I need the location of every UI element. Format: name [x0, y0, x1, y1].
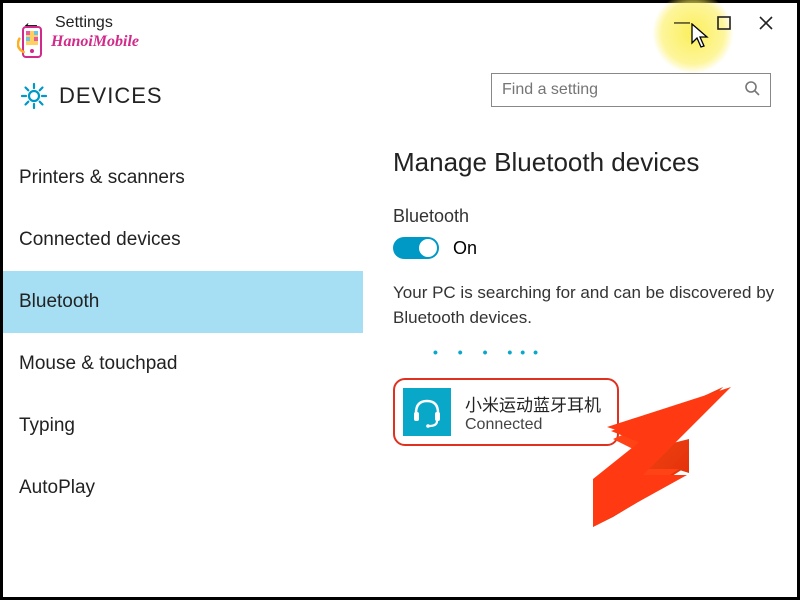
- sidebar-item-label: Connected devices: [19, 229, 181, 250]
- sidebar-item-connected[interactable]: Connected devices: [3, 209, 363, 271]
- bluetooth-label: Bluetooth: [393, 206, 777, 227]
- sidebar-item-bluetooth[interactable]: Bluetooth: [3, 271, 363, 333]
- sidebar-item-label: AutoPlay: [19, 477, 95, 498]
- search-box[interactable]: [491, 73, 771, 107]
- page-heading: Manage Bluetooth devices: [393, 147, 777, 178]
- arrow-annotation-icon: [593, 387, 733, 527]
- phone-icon: [17, 25, 47, 59]
- main-panel: Manage Bluetooth devices Bluetooth On Yo…: [363, 147, 797, 611]
- toggle-state-text: On: [453, 238, 477, 259]
- device-name: 小米运动蓝牙耳机: [465, 391, 601, 416]
- cursor-icon: [691, 23, 711, 49]
- sidebar-item-label: Typing: [19, 415, 75, 436]
- sidebar-item-mouse[interactable]: Mouse & touchpad: [3, 333, 363, 395]
- gear-icon: [19, 81, 49, 111]
- window-controls: ―: [661, 9, 787, 37]
- sidebar-item-printers[interactable]: Printers & scanners: [3, 147, 363, 209]
- searching-dots: • • • •••: [433, 344, 777, 360]
- section-title: DEVICES: [59, 83, 163, 109]
- search-input[interactable]: [502, 81, 744, 99]
- sidebar-item-typing[interactable]: Typing: [3, 395, 363, 457]
- status-text: Your PC is searching for and can be disc…: [393, 281, 777, 330]
- headset-icon: [403, 388, 451, 436]
- sidebar-item-label: Printers & scanners: [19, 167, 185, 188]
- sidebar-item-autoplay[interactable]: AutoPlay: [3, 457, 363, 519]
- logo-text: HanoiMobile: [51, 33, 139, 51]
- device-item[interactable]: 小米运动蓝牙耳机 Connected: [393, 378, 619, 446]
- sidebar-item-label: Mouse & touchpad: [19, 353, 177, 374]
- close-button[interactable]: [745, 9, 787, 37]
- bluetooth-toggle[interactable]: [393, 237, 439, 259]
- watermark-logo: HanoiMobile: [17, 25, 139, 59]
- search-icon: [744, 80, 760, 101]
- sidebar-item-label: Bluetooth: [19, 291, 99, 312]
- sidebar: Printers & scanners Connected devices Bl…: [3, 147, 363, 611]
- device-status: Connected: [465, 416, 601, 434]
